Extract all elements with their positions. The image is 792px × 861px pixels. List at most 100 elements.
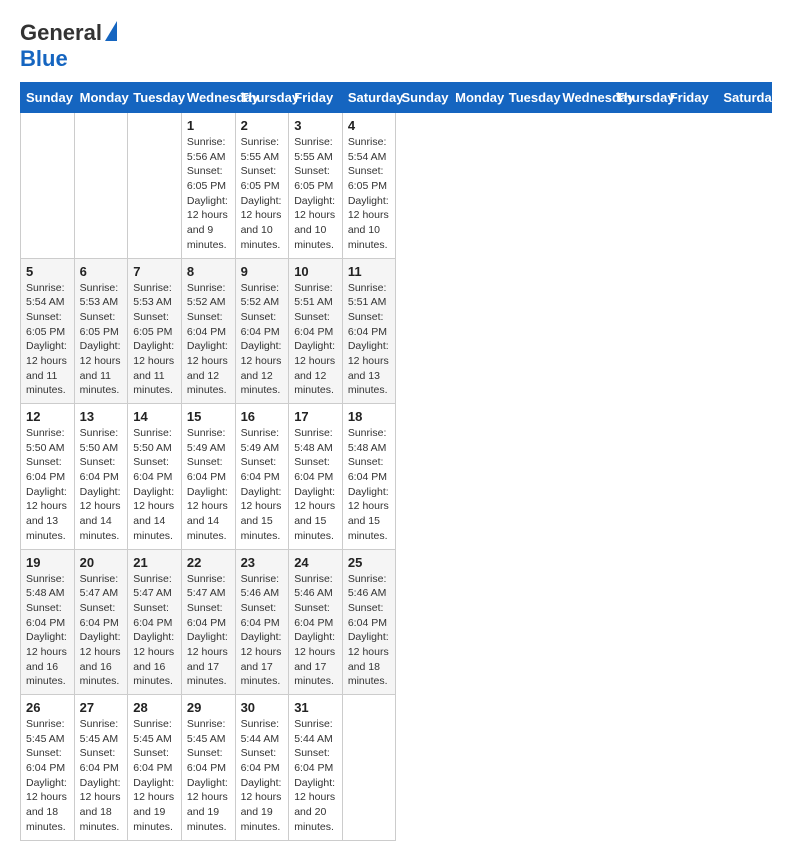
logo-blue-text: Blue bbox=[20, 46, 68, 71]
calendar-cell: 30Sunrise: 5:44 AM Sunset: 6:04 PM Dayli… bbox=[235, 695, 289, 841]
day-info: Sunrise: 5:45 AM Sunset: 6:04 PM Dayligh… bbox=[133, 717, 176, 835]
day-info: Sunrise: 5:52 AM Sunset: 6:04 PM Dayligh… bbox=[187, 281, 230, 399]
day-info: Sunrise: 5:56 AM Sunset: 6:05 PM Dayligh… bbox=[187, 135, 230, 253]
weekday-header-thursday: Thursday bbox=[235, 83, 289, 113]
weekday-header: Friday bbox=[664, 83, 718, 113]
day-number: 10 bbox=[294, 264, 337, 279]
calendar-cell bbox=[74, 113, 128, 259]
day-number: 21 bbox=[133, 555, 176, 570]
calendar-cell: 25Sunrise: 5:46 AM Sunset: 6:04 PM Dayli… bbox=[342, 549, 396, 695]
calendar-cell: 15 Sunrise: 5:49 AM Sunset: 6:04 PM Dayli… bbox=[181, 404, 235, 550]
calendar-week-row: 26 Sunrise: 5:45 AM Sunset: 6:04 PM Dayli… bbox=[21, 695, 772, 841]
page-header: General Blue bbox=[20, 20, 772, 72]
weekday-header: Thursday bbox=[611, 83, 665, 113]
calendar-cell: 12 Sunrise: 5:50 AM Sunset: 6:04 PM Dayli… bbox=[21, 404, 75, 550]
day-info: Sunrise: 5:53 AM Sunset: 6:05 PM Dayligh… bbox=[133, 281, 176, 399]
weekday-header: Tuesday bbox=[503, 83, 557, 113]
weekday-header: Saturday bbox=[718, 83, 772, 113]
calendar-week-row: 12 Sunrise: 5:50 AM Sunset: 6:04 PM Dayli… bbox=[21, 404, 772, 550]
day-number: 7 bbox=[133, 264, 176, 279]
calendar-cell bbox=[342, 695, 396, 841]
calendar-cell: 7 Sunrise: 5:53 AM Sunset: 6:05 PM Daylig… bbox=[128, 258, 182, 404]
calendar-cell: 23Sunrise: 5:46 AM Sunset: 6:04 PM Dayli… bbox=[235, 549, 289, 695]
calendar-week-row: 1 Sunrise: 5:56 AM Sunset: 6:05 PM Daylig… bbox=[21, 113, 772, 259]
calendar-cell: 26 Sunrise: 5:45 AM Sunset: 6:04 PM Dayli… bbox=[21, 695, 75, 841]
day-info: Sunrise: 5:46 AM Sunset: 6:04 PM Dayligh… bbox=[294, 572, 337, 690]
day-number: 26 bbox=[26, 700, 69, 715]
day-info: Sunrise: 5:45 AM Sunset: 6:04 PM Dayligh… bbox=[26, 717, 69, 835]
day-info: Sunrise: 5:50 AM Sunset: 6:04 PM Dayligh… bbox=[80, 426, 123, 544]
logo-general-text: General bbox=[20, 20, 102, 46]
calendar-cell: 21 Sunrise: 5:47 AM Sunset: 6:04 PM Dayli… bbox=[128, 549, 182, 695]
calendar-cell: 4 Sunrise: 5:54 AM Sunset: 6:05 PM Daylig… bbox=[342, 113, 396, 259]
day-number: 4 bbox=[348, 118, 391, 133]
day-number: 19 bbox=[26, 555, 69, 570]
day-number: 2 bbox=[241, 118, 284, 133]
day-number: 24 bbox=[294, 555, 337, 570]
day-info: Sunrise: 5:49 AM Sunset: 6:04 PM Dayligh… bbox=[187, 426, 230, 544]
calendar-header-row: SundayMondayTuesdayWednesdayThursdayFrid… bbox=[21, 83, 772, 113]
calendar-cell: 29 Sunrise: 5:45 AM Sunset: 6:04 PM Dayli… bbox=[181, 695, 235, 841]
calendar-cell bbox=[21, 113, 75, 259]
weekday-header-sunday: Sunday bbox=[21, 83, 75, 113]
day-number: 27 bbox=[80, 700, 123, 715]
day-info: Sunrise: 5:51 AM Sunset: 6:04 PM Dayligh… bbox=[348, 281, 391, 399]
day-number: 5 bbox=[26, 264, 69, 279]
calendar-cell: 9 Sunrise: 5:52 AM Sunset: 6:04 PM Daylig… bbox=[235, 258, 289, 404]
weekday-header-wednesday: Wednesday bbox=[181, 83, 235, 113]
calendar-cell: 19 Sunrise: 5:48 AM Sunset: 6:04 PM Dayli… bbox=[21, 549, 75, 695]
calendar-cell: 5Sunrise: 5:54 AM Sunset: 6:05 PM Daylig… bbox=[21, 258, 75, 404]
day-info: Sunrise: 5:54 AM Sunset: 6:05 PM Dayligh… bbox=[348, 135, 391, 253]
day-info: Sunrise: 5:48 AM Sunset: 6:04 PM Dayligh… bbox=[26, 572, 69, 690]
calendar-cell: 14Sunrise: 5:50 AM Sunset: 6:04 PM Dayli… bbox=[128, 404, 182, 550]
day-info: Sunrise: 5:52 AM Sunset: 6:04 PM Dayligh… bbox=[241, 281, 284, 399]
day-info: Sunrise: 5:48 AM Sunset: 6:04 PM Dayligh… bbox=[294, 426, 337, 544]
day-info: Sunrise: 5:55 AM Sunset: 6:05 PM Dayligh… bbox=[241, 135, 284, 253]
weekday-header-tuesday: Tuesday bbox=[128, 83, 182, 113]
calendar-cell: 22Sunrise: 5:47 AM Sunset: 6:04 PM Dayli… bbox=[181, 549, 235, 695]
calendar-cell: 8Sunrise: 5:52 AM Sunset: 6:04 PM Daylig… bbox=[181, 258, 235, 404]
calendar-week-row: 5Sunrise: 5:54 AM Sunset: 6:05 PM Daylig… bbox=[21, 258, 772, 404]
day-number: 31 bbox=[294, 700, 337, 715]
day-number: 15 bbox=[187, 409, 230, 424]
day-info: Sunrise: 5:53 AM Sunset: 6:05 PM Dayligh… bbox=[80, 281, 123, 399]
day-info: Sunrise: 5:47 AM Sunset: 6:04 PM Dayligh… bbox=[133, 572, 176, 690]
day-info: Sunrise: 5:50 AM Sunset: 6:04 PM Dayligh… bbox=[133, 426, 176, 544]
day-number: 9 bbox=[241, 264, 284, 279]
day-number: 6 bbox=[80, 264, 123, 279]
day-number: 1 bbox=[187, 118, 230, 133]
day-number: 12 bbox=[26, 409, 69, 424]
day-number: 11 bbox=[348, 264, 391, 279]
day-info: Sunrise: 5:50 AM Sunset: 6:04 PM Dayligh… bbox=[26, 426, 69, 544]
weekday-header: Wednesday bbox=[557, 83, 611, 113]
logo-triangle-icon bbox=[105, 21, 117, 41]
calendar-cell: 1 Sunrise: 5:56 AM Sunset: 6:05 PM Daylig… bbox=[181, 113, 235, 259]
day-info: Sunrise: 5:46 AM Sunset: 6:04 PM Dayligh… bbox=[348, 572, 391, 690]
calendar-cell: 17 Sunrise: 5:48 AM Sunset: 6:04 PM Dayli… bbox=[289, 404, 343, 550]
calendar-cell: 20Sunrise: 5:47 AM Sunset: 6:04 PM Dayli… bbox=[74, 549, 128, 695]
day-info: Sunrise: 5:49 AM Sunset: 6:04 PM Dayligh… bbox=[241, 426, 284, 544]
day-number: 3 bbox=[294, 118, 337, 133]
calendar-cell: 18Sunrise: 5:48 AM Sunset: 6:04 PM Dayli… bbox=[342, 404, 396, 550]
weekday-header-monday: Monday bbox=[74, 83, 128, 113]
day-info: Sunrise: 5:55 AM Sunset: 6:05 PM Dayligh… bbox=[294, 135, 337, 253]
day-number: 18 bbox=[348, 409, 391, 424]
calendar-cell: 10 Sunrise: 5:51 AM Sunset: 6:04 PM Dayli… bbox=[289, 258, 343, 404]
day-number: 17 bbox=[294, 409, 337, 424]
calendar-cell: 24 Sunrise: 5:46 AM Sunset: 6:04 PM Dayli… bbox=[289, 549, 343, 695]
calendar-cell: 16 Sunrise: 5:49 AM Sunset: 6:04 PM Dayli… bbox=[235, 404, 289, 550]
calendar-cell: 2 Sunrise: 5:55 AM Sunset: 6:05 PM Daylig… bbox=[235, 113, 289, 259]
day-info: Sunrise: 5:45 AM Sunset: 6:04 PM Dayligh… bbox=[187, 717, 230, 835]
calendar-cell: 28Sunrise: 5:45 AM Sunset: 6:04 PM Dayli… bbox=[128, 695, 182, 841]
day-number: 16 bbox=[241, 409, 284, 424]
calendar-cell bbox=[128, 113, 182, 259]
weekday-header-friday: Friday bbox=[289, 83, 343, 113]
day-info: Sunrise: 5:47 AM Sunset: 6:04 PM Dayligh… bbox=[187, 572, 230, 690]
calendar-cell: 6 Sunrise: 5:53 AM Sunset: 6:05 PM Daylig… bbox=[74, 258, 128, 404]
day-info: Sunrise: 5:51 AM Sunset: 6:04 PM Dayligh… bbox=[294, 281, 337, 399]
day-number: 29 bbox=[187, 700, 230, 715]
calendar-week-row: 19 Sunrise: 5:48 AM Sunset: 6:04 PM Dayli… bbox=[21, 549, 772, 695]
calendar-table: SundayMondayTuesdayWednesdayThursdayFrid… bbox=[20, 82, 772, 841]
day-number: 13 bbox=[80, 409, 123, 424]
calendar-cell: 3 Sunrise: 5:55 AM Sunset: 6:05 PM Daylig… bbox=[289, 113, 343, 259]
